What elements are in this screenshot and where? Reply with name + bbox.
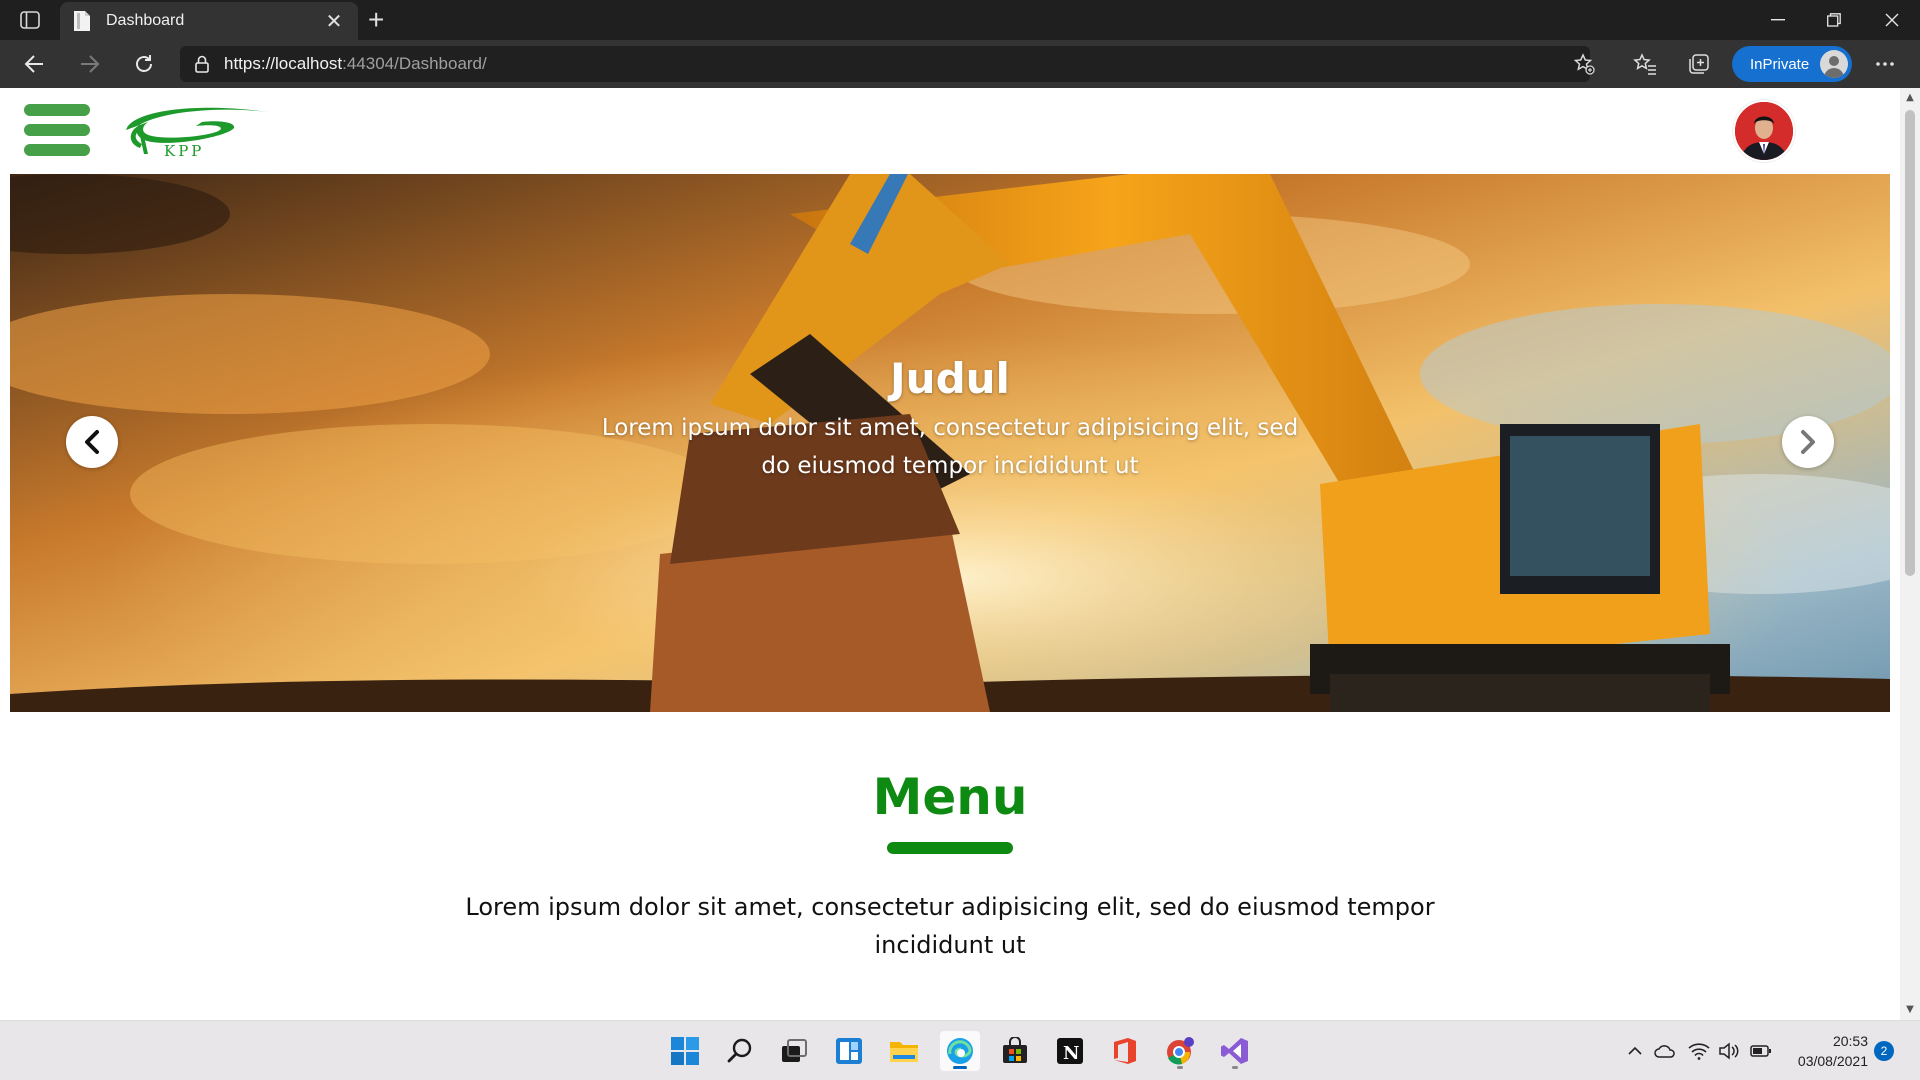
- hero-title: Judul: [890, 354, 1010, 403]
- running-app-indicator: [1177, 1066, 1183, 1069]
- svg-text:N: N: [1063, 1043, 1079, 1064]
- hero-subtitle: Lorem ipsum dolor sit amet, consectetur …: [601, 415, 1299, 479]
- taskbar-clock[interactable]: 20:53 03/08/2021: [1786, 1031, 1868, 1071]
- close-window-icon[interactable]: [1864, 0, 1920, 40]
- close-tab-icon[interactable]: ✕: [322, 9, 346, 33]
- search-icon[interactable]: [720, 1031, 760, 1071]
- hamburger-menu-icon[interactable]: [24, 104, 90, 156]
- start-icon[interactable]: [665, 1031, 705, 1071]
- scroll-down-arrow-icon[interactable]: ▼: [1904, 1004, 1916, 1016]
- windows-taskbar: N 20:53 03/08/2021 2: [0, 1020, 1920, 1080]
- web-page: KPP Judul Lorem ipsum dolor sit amet, co…: [0, 88, 1900, 1020]
- inprivate-label: InPrivate: [1750, 55, 1810, 73]
- chevron-left-icon: [85, 430, 99, 454]
- menu-description: Lorem ipsum dolor sit amet, consectetur …: [465, 893, 1435, 959]
- store-icon[interactable]: [995, 1031, 1035, 1071]
- carousel-prev-button[interactable]: [66, 416, 118, 468]
- url-text: https://localhost:44304/Dashboard/: [224, 54, 487, 73]
- scrollbar-thumb[interactable]: [1905, 110, 1915, 576]
- forward-icon[interactable]: [72, 48, 108, 80]
- page-scrollbar[interactable]: ▲ ▼: [1900, 88, 1920, 1020]
- notification-badge[interactable]: 2: [1874, 1041, 1894, 1061]
- profile-icon: [1820, 50, 1848, 78]
- running-app-indicator: [1232, 1066, 1238, 1069]
- favorites-icon[interactable]: [1630, 50, 1660, 78]
- wifi-icon[interactable]: [1688, 1041, 1710, 1061]
- hero-carousel: Judul Lorem ipsum dolor sit amet, consec…: [10, 174, 1890, 712]
- browser-titlebar: Dashboard ✕ +: [0, 0, 1920, 40]
- onedrive-icon[interactable]: [1654, 1041, 1676, 1061]
- clock-date: 03/08/2021: [1797, 1053, 1868, 1069]
- user-avatar[interactable]: [1733, 100, 1795, 162]
- tab-actions-icon[interactable]: [14, 8, 46, 32]
- office-icon[interactable]: [1105, 1031, 1145, 1071]
- browser-toolbar: https://localhost:44304/Dashboard/ InPri…: [0, 40, 1920, 88]
- widgets-icon[interactable]: [829, 1031, 869, 1071]
- kpp-logo[interactable]: KPP: [118, 98, 274, 158]
- minimize-icon[interactable]: [1750, 0, 1806, 40]
- lock-icon[interactable]: [194, 55, 210, 73]
- active-app-indicator: [953, 1066, 967, 1069]
- address-bar[interactable]: https://localhost:44304/Dashboard/: [180, 46, 1595, 82]
- file-explorer-icon[interactable]: [884, 1031, 924, 1071]
- task-view-icon[interactable]: [774, 1031, 814, 1071]
- restore-icon[interactable]: [1806, 0, 1862, 40]
- chevron-right-icon: [1801, 430, 1815, 454]
- notion-icon[interactable]: N: [1050, 1031, 1090, 1071]
- menu-title-underline: [887, 842, 1013, 854]
- chevron-up-icon[interactable]: [1624, 1041, 1646, 1061]
- back-icon[interactable]: [16, 48, 52, 80]
- collections-icon[interactable]: [1684, 50, 1714, 78]
- menu-section: Menu Lorem ipsum dolor sit amet, consect…: [0, 768, 1900, 964]
- tab-title: Dashboard: [106, 12, 185, 29]
- edge-icon[interactable]: [940, 1031, 980, 1071]
- menu-title: Menu: [872, 768, 1028, 826]
- svg-text:KPP: KPP: [164, 142, 204, 158]
- carousel-next-button[interactable]: [1782, 416, 1834, 468]
- battery-icon[interactable]: [1750, 1041, 1772, 1061]
- site-header: KPP: [0, 88, 1900, 174]
- volume-icon[interactable]: [1718, 1041, 1740, 1061]
- hero-caption: Judul Lorem ipsum dolor sit amet, consec…: [10, 354, 1890, 485]
- page-icon: [74, 11, 90, 31]
- tab-dashboard[interactable]: Dashboard ✕: [60, 2, 358, 40]
- chrome-icon[interactable]: [1160, 1031, 1200, 1071]
- clock-time: 20:53: [1832, 1033, 1868, 1049]
- new-tab-button[interactable]: +: [368, 4, 384, 36]
- visual-studio-icon[interactable]: [1215, 1031, 1255, 1071]
- more-options-icon[interactable]: [1870, 50, 1900, 78]
- add-favorite-icon[interactable]: [1570, 50, 1598, 78]
- scroll-up-arrow-icon[interactable]: ▲: [1904, 92, 1916, 104]
- refresh-icon[interactable]: [126, 48, 162, 80]
- inprivate-button[interactable]: InPrivate: [1732, 46, 1852, 82]
